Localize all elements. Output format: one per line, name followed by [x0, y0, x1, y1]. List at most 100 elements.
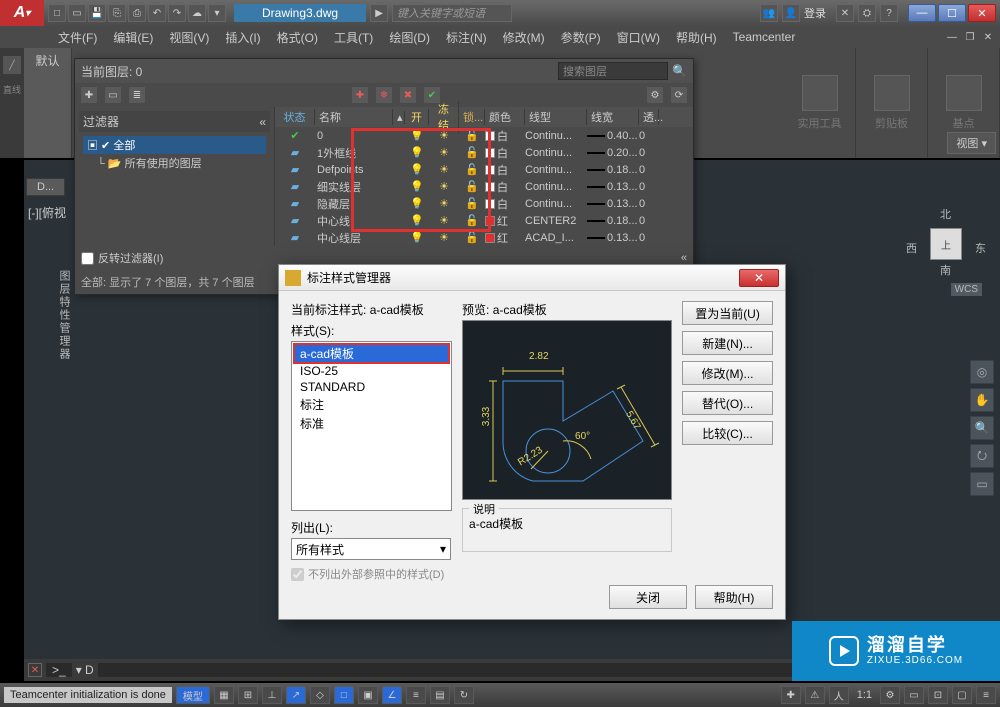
viewcube-north[interactable]: 北 [940, 206, 951, 222]
nav-showmotion-icon[interactable]: ▭ [970, 472, 994, 496]
menu-dimension[interactable]: 标注(N) [438, 29, 495, 46]
document-tab[interactable]: D... [26, 178, 65, 196]
status-ortho-icon[interactable]: ⊥ [262, 686, 282, 704]
menu-format[interactable]: 格式(O) [269, 29, 326, 46]
menu-modify[interactable]: 修改(M) [495, 29, 553, 46]
nav-zoom-icon[interactable]: 🔍 [970, 416, 994, 440]
close-dialog-button[interactable]: 关闭 [609, 585, 687, 609]
col-lineweight[interactable]: 线宽 [587, 109, 639, 125]
menu-draw[interactable]: 绘图(D) [381, 29, 438, 46]
menu-teamcenter[interactable]: Teamcenter [725, 30, 804, 44]
menu-file[interactable]: 文件(F) [50, 29, 105, 46]
help-dialog-button[interactable]: 帮助(H) [695, 585, 773, 609]
filter-collapse2-icon[interactable]: « [681, 252, 687, 264]
status-cycle-icon[interactable]: ↻ [454, 686, 474, 704]
menu-insert[interactable]: 插入(I) [217, 29, 268, 46]
invert-filter-checkbox[interactable] [81, 252, 94, 265]
layer-row[interactable]: ✔0💡☀🔓白Continu...0.40...0 [275, 127, 693, 144]
play-icon[interactable]: ▶ [370, 4, 388, 22]
col-on[interactable]: 开 [405, 109, 429, 125]
mdi-minimize-icon[interactable]: — [944, 30, 960, 44]
status-monitor-icon[interactable]: ▭ [904, 686, 924, 704]
qat-open-icon[interactable]: ▭ [68, 4, 86, 22]
status-osnap-icon[interactable]: □ [334, 686, 354, 704]
mdi-restore-icon[interactable]: ❐ [962, 30, 978, 44]
maximize-button[interactable]: ☐ [938, 4, 966, 22]
qat-cloud-icon[interactable]: ☁ [188, 4, 206, 22]
set-current-button[interactable]: 置为当前(U) [682, 301, 773, 325]
search-icon[interactable]: 🔍 [672, 64, 687, 78]
status-iso-icon[interactable]: ◇ [310, 686, 330, 704]
viewport-label[interactable]: [-][俯视 [28, 204, 66, 221]
style-item-selected[interactable]: a-cad模板 [294, 344, 449, 363]
nav-wheel-icon[interactable]: ◎ [970, 360, 994, 384]
new-layer-icon[interactable]: ✚ [352, 87, 368, 103]
col-color[interactable]: 颜色 [485, 109, 525, 125]
status-snap-icon[interactable]: ⊞ [238, 686, 258, 704]
col-linetype[interactable]: 线型 [525, 109, 587, 125]
col-sort-icon[interactable]: ▴ [393, 111, 405, 124]
layer-row[interactable]: ▰中心线层💡☀🔓红ACAD_I...0.13...0 [275, 229, 693, 246]
ribbon-view-button[interactable]: 视图 ▾ [947, 132, 996, 154]
layer-row[interactable]: ▰隐藏层💡☀🔓白Continu...0.13...0 [275, 195, 693, 212]
status-scale[interactable]: 1:1 [857, 689, 872, 701]
infocenter-icon[interactable]: 👥 [760, 4, 778, 22]
status-annomon-icon[interactable]: ⚠ [805, 686, 825, 704]
signin-label[interactable]: 登录 [804, 5, 826, 21]
layer-states-icon[interactable]: ≣ [129, 87, 145, 103]
ribbon-panel-clipboard[interactable]: 剪贴板 [856, 48, 928, 158]
col-transparency[interactable]: 透... [639, 109, 659, 125]
qat-more-icon[interactable]: ▾ [208, 4, 226, 22]
line-tool-icon[interactable]: ╱ [3, 56, 21, 74]
help-search[interactable]: 键入关键字或短语 [392, 4, 512, 22]
status-trans-icon[interactable]: ▤ [430, 686, 450, 704]
layer-search-input[interactable]: 搜索图层 [558, 62, 668, 80]
status-custom-icon[interactable]: ≡ [976, 686, 996, 704]
list-combo[interactable]: 所有样式▾ [291, 538, 451, 560]
style-item[interactable]: ISO-25 [294, 363, 449, 379]
ribbon-tab-default[interactable]: 默认 [24, 48, 72, 158]
layer-row[interactable]: ▰Defpoints💡☀🔓白Continu...0.18...0 [275, 161, 693, 178]
qat-saveas-icon[interactable]: ⎘ [108, 4, 126, 22]
style-item[interactable]: STANDARD [294, 379, 449, 395]
menu-parameter[interactable]: 参数(P) [553, 29, 609, 46]
signin-icon[interactable]: 👤 [782, 4, 800, 22]
viewcube-top[interactable]: 上 [930, 228, 962, 260]
viewcube[interactable]: 北 南 西 东 上 WCS [906, 206, 986, 296]
a360-icon[interactable]: ⛭ [858, 4, 876, 22]
status-grid-icon[interactable]: ▦ [214, 686, 234, 704]
modify-button[interactable]: 修改(M)... [682, 361, 773, 385]
new-button[interactable]: 新建(N)... [682, 331, 773, 355]
delete-layer-icon[interactable]: ✖ [400, 87, 416, 103]
dialog-close-button[interactable]: ✕ [739, 269, 779, 287]
status-clean-icon[interactable]: ▢ [952, 686, 972, 704]
layer-row[interactable]: ▰1外框线💡☀🔓白Continu...0.20...0 [275, 144, 693, 161]
close-button[interactable]: ✕ [968, 4, 996, 22]
status-lw-icon[interactable]: ≡ [406, 686, 426, 704]
qat-save-icon[interactable]: 💾 [88, 4, 106, 22]
exchange-icon[interactable]: ✕ [836, 4, 854, 22]
nav-pan-icon[interactable]: ✋ [970, 388, 994, 412]
style-item[interactable]: 标准 [294, 414, 449, 433]
refresh-icon[interactable]: ⟳ [671, 87, 687, 103]
style-list[interactable]: a-cad模板 ISO-25 STANDARD 标注 标准 [291, 341, 452, 511]
filter-collapse-icon[interactable]: « [259, 115, 266, 129]
status-model-button[interactable]: 模型 [176, 686, 210, 704]
col-name[interactable]: 名称 [315, 109, 393, 125]
status-otrack-icon[interactable]: ∠ [382, 686, 402, 704]
qat-redo-icon[interactable]: ↷ [168, 4, 186, 22]
mdi-close-icon[interactable]: ✕ [980, 30, 996, 44]
viewcube-east[interactable]: 东 [975, 240, 986, 256]
cmdline-close-icon[interactable]: ✕ [28, 663, 42, 677]
status-polar-icon[interactable]: ↗ [286, 686, 306, 704]
minimize-button[interactable]: — [908, 4, 936, 22]
new-filter-icon[interactable]: ✚ [81, 87, 97, 103]
menu-window[interactable]: 窗口(W) [609, 29, 668, 46]
qat-undo-icon[interactable]: ↶ [148, 4, 166, 22]
app-logo[interactable]: A▾ [0, 0, 44, 26]
menu-edit[interactable]: 编辑(E) [105, 29, 161, 46]
layer-row[interactable]: ▰中心线💡☀🔓红CENTER20.18...0 [275, 212, 693, 229]
menu-help[interactable]: 帮助(H) [668, 29, 725, 46]
status-hw-icon[interactable]: ⊡ [928, 686, 948, 704]
menu-tools[interactable]: 工具(T) [326, 29, 381, 46]
